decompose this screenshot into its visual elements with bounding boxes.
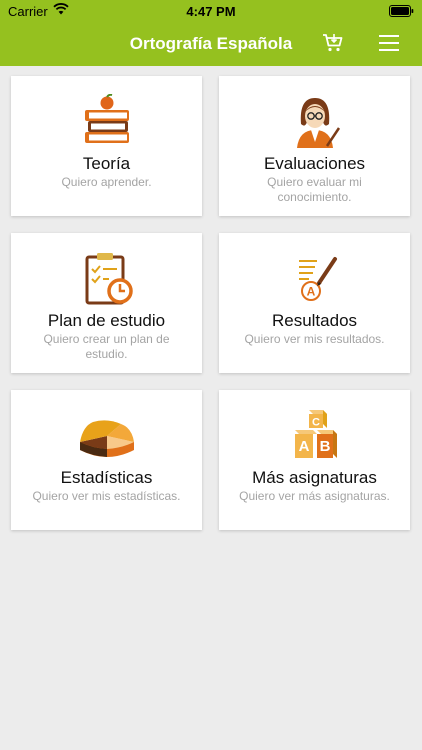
card-description: Quiero ver más asignaturas. <box>239 489 390 503</box>
svg-text:A: A <box>298 438 309 455</box>
card-label: Resultados <box>271 311 358 330</box>
abc-blocks-icon: C A B <box>219 408 410 464</box>
card-description: Quiero crear un plan de estudio. <box>43 332 170 361</box>
clock-time: 4:47 PM <box>186 4 236 19</box>
hamburger-menu-icon[interactable] <box>378 34 400 57</box>
card-description: Quiero aprender. <box>61 175 152 189</box>
graded-paper-icon: A + <box>219 251 410 307</box>
card-label: Teoría <box>82 154 131 173</box>
card-estadisticas[interactable]: Estadísticas Quiero ver mis estadísticas… <box>11 390 202 530</box>
card-plan-de-estudio[interactable]: Plan de estudio Quiero crear un plan de … <box>11 233 202 373</box>
status-bar: Carrier 4:47 PM <box>0 0 422 22</box>
clipboard-clock-icon <box>11 251 202 307</box>
books-apple-icon <box>11 94 202 150</box>
card-resultados[interactable]: A + Resultados Quiero ver mis resultados… <box>219 233 410 373</box>
card-description: Quiero evaluar mi conocimiento. <box>267 175 362 204</box>
svg-text:B: B <box>319 438 330 455</box>
card-label: Más asignaturas <box>252 468 377 487</box>
navigation-bar: Ortografía Española <box>0 22 422 66</box>
pie-chart-icon <box>11 408 202 464</box>
card-description: Quiero ver mis estadísticas. <box>32 489 181 503</box>
svg-text:A: A <box>306 285 315 299</box>
card-mas-asignaturas[interactable]: C A B Más asignaturas Quiero ver más asi… <box>219 390 410 530</box>
card-label: Evaluaciones <box>263 154 366 173</box>
page-title: Ortografía Española <box>129 34 293 53</box>
card-label: Plan de estudio <box>47 311 166 330</box>
card-label: Estadísticas <box>60 468 153 487</box>
shopping-cart-icon[interactable] <box>322 33 344 58</box>
card-teoria[interactable]: Teoría Quiero aprender. <box>11 76 202 216</box>
card-evaluaciones[interactable]: Evaluaciones Quiero evaluar mi conocimie… <box>219 76 410 216</box>
card-description: Quiero ver mis resultados. <box>244 332 385 346</box>
svg-text:C: C <box>312 417 320 429</box>
teacher-icon <box>219 94 410 150</box>
battery-icon <box>389 5 414 20</box>
